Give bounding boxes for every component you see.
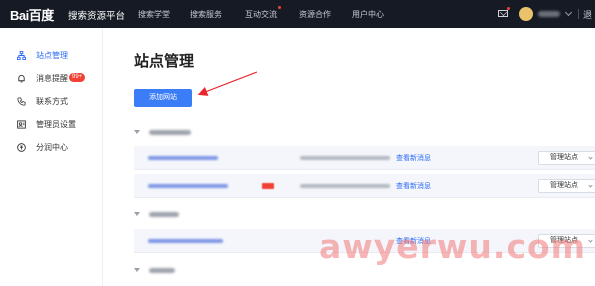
message-count-badge: 99+: [69, 73, 86, 82]
logo-text: Bai百度: [10, 7, 54, 23]
chevron-down-icon[interactable]: [564, 8, 573, 17]
sidebar-item-label: 分润中心: [36, 142, 68, 152]
mail-notification-dot: [507, 7, 510, 10]
chevron-down-icon: [588, 155, 593, 160]
sidebar-item-label: 联系方式: [36, 96, 68, 106]
bell-icon: [18, 74, 25, 82]
nav-item-user-center[interactable]: 用户中心: [352, 9, 384, 20]
username-blurred[interactable]: [538, 11, 560, 17]
site-group-header[interactable]: [134, 126, 191, 138]
top-navigation-bar: Bai百度 搜索资源平台 搜索学堂 搜索服务 互动交流 资源合作 用户中心 退: [0, 0, 595, 28]
chevron-down-icon: [588, 183, 593, 188]
sidebar-item-label: 站点管理: [36, 50, 68, 60]
logout-link[interactable]: 退: [583, 8, 592, 21]
site-group-header[interactable]: [134, 264, 175, 276]
sidebar-item-profit-center[interactable]: 分润中心: [0, 136, 103, 158]
view-new-messages-link[interactable]: 查看新消息: [396, 181, 431, 191]
manage-site-label: 管理站点: [550, 154, 578, 161]
site-url-blurred[interactable]: [148, 156, 218, 160]
site-tag-badge: [262, 183, 274, 189]
add-website-button[interactable]: 添加网站: [134, 89, 192, 107]
manage-site-dropdown[interactable]: 管理站点: [538, 179, 595, 193]
nav-notification-dot: [278, 6, 281, 9]
sidebar: 站点管理 消息提醒 99+ 联系方式 管理员设置 分润中心: [0, 28, 103, 286]
site-url-blurred[interactable]: [148, 239, 223, 243]
nav-item-search-school[interactable]: 搜索学堂: [138, 9, 170, 20]
nav-item-search-service[interactable]: 搜索服务: [190, 9, 222, 20]
chevron-down-icon: [588, 238, 593, 243]
group-name-blurred: [149, 211, 179, 217]
group-name-blurred: [149, 267, 175, 273]
site-owner-blurred: [300, 156, 390, 160]
platform-title[interactable]: 搜索资源平台: [68, 8, 125, 22]
sidebar-item-site-management[interactable]: 站点管理: [0, 44, 103, 66]
group-name-blurred: [149, 129, 191, 135]
sitemap-icon: [17, 50, 26, 60]
caret-down-icon: [134, 130, 140, 134]
view-new-messages-link[interactable]: 查看新消息: [396, 153, 431, 163]
nav-item-resource-cooperation[interactable]: 资源合作: [299, 9, 331, 20]
site-url-blurred[interactable]: [148, 184, 228, 188]
phone-icon: [17, 96, 26, 106]
manage-site-dropdown[interactable]: 管理站点: [538, 151, 595, 165]
manage-site-label: 管理站点: [550, 182, 578, 189]
sidebar-item-admin-settings[interactable]: 管理员设置: [0, 113, 103, 135]
sidebar-item-label: 消息提醒: [36, 73, 68, 83]
nav-item-interaction[interactable]: 互动交流: [245, 9, 277, 20]
table-row: 查看新消息 管理站点: [134, 146, 595, 170]
sidebar-item-label: 管理员设置: [36, 119, 76, 129]
avatar[interactable]: [519, 7, 533, 21]
admin-icon: [17, 119, 26, 129]
sidebar-item-contact[interactable]: 联系方式: [0, 90, 103, 112]
baidu-logo[interactable]: Bai百度: [10, 6, 54, 23]
site-group-header[interactable]: [134, 208, 179, 220]
mail-icon[interactable]: [498, 10, 508, 17]
watermark: awyerwu.com: [319, 227, 587, 266]
caret-down-icon: [134, 268, 140, 272]
sidebar-item-messages[interactable]: 消息提醒 99+: [0, 67, 103, 89]
site-owner-blurred: [300, 184, 390, 188]
caret-down-icon: [134, 212, 140, 216]
table-row: 查看新消息 管理站点: [134, 174, 595, 198]
coin-icon: [17, 142, 26, 152]
nav-divider: [578, 9, 579, 19]
